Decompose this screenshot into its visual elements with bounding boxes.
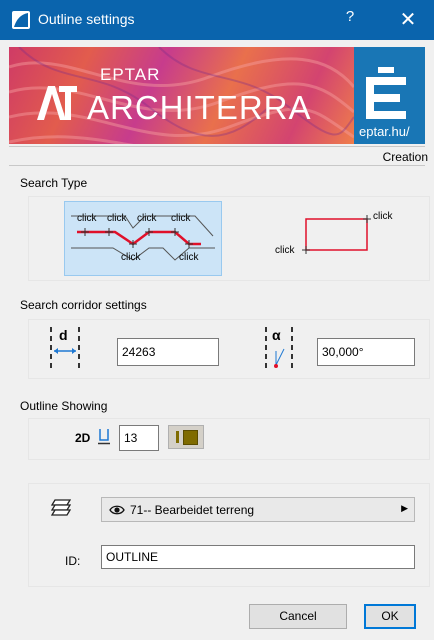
corridor-angle-input[interactable]: 30,000° [317, 338, 415, 366]
dropdown-arrow-icon: ▶ [401, 503, 408, 513]
mode-2d-label: 2D [75, 431, 91, 445]
id-label: ID: [65, 554, 81, 568]
title-bar: Outline settings ? ✕ [0, 0, 434, 40]
distance-symbol: d [59, 327, 68, 343]
help-button[interactable]: ? [340, 8, 360, 30]
archicad-app-icon [12, 11, 30, 29]
architerra-banner: EPTAR ARCHITERRA eptar.hu/ [9, 47, 425, 144]
rectangle-search-mode-button[interactable]: click click [269, 207, 409, 267]
click-label: click [275, 245, 295, 256]
click-label: click [179, 252, 199, 263]
outline-showing-panel: 2D 13 [28, 418, 430, 460]
angle-symbol: α [272, 327, 281, 343]
architerra-logo-mark [37, 86, 77, 120]
corridor-settings-label: Search corridor settings [20, 298, 147, 312]
close-button[interactable]: ✕ [392, 6, 424, 34]
banner-eptar-text: EPTAR [100, 65, 161, 84]
polyline-search-mode-button[interactable]: click click click click click click [64, 201, 222, 276]
banner-divider [9, 146, 425, 147]
click-label: click [171, 213, 191, 224]
banner-url: eptar.hu/ [359, 124, 410, 139]
eptar-e-logo [366, 67, 406, 119]
click-label: click [137, 213, 157, 224]
pen-number-input[interactable]: 13 [119, 425, 159, 451]
pen-color-swatch [183, 430, 198, 445]
ok-button[interactable]: OK [364, 604, 416, 629]
layer-dropdown-value: 71-- Bearbeidet terreng [130, 503, 255, 517]
eye-icon [109, 505, 125, 515]
corridor-distance-input[interactable]: 24263 [117, 338, 219, 366]
pen-icon [98, 429, 110, 445]
search-type-panel: click click click click click click clic… [28, 196, 430, 281]
click-label: click [107, 213, 127, 224]
search-type-label: Search Type [20, 176, 88, 190]
id-input[interactable]: OUTLINE [101, 545, 415, 569]
layers-icon [51, 499, 71, 516]
layer-dropdown[interactable]: 71-- Bearbeidet terreng ▶ [101, 497, 415, 522]
window-title: Outline settings [38, 11, 135, 27]
click-label: click [77, 213, 97, 224]
corridor-settings-panel: d 24263 α 30,000° [28, 319, 430, 379]
pen-color-picker[interactable] [168, 425, 204, 449]
outline-showing-label: Outline Showing [20, 399, 108, 413]
cancel-button[interactable]: Cancel [249, 604, 347, 629]
click-label: click [373, 211, 393, 222]
banner-architerra-text: ARCHITERRA [87, 89, 312, 126]
pen-line-swatch [176, 431, 179, 443]
creation-divider [9, 165, 425, 166]
creation-tab-label: Creation [382, 150, 428, 164]
click-label: click [121, 252, 141, 263]
